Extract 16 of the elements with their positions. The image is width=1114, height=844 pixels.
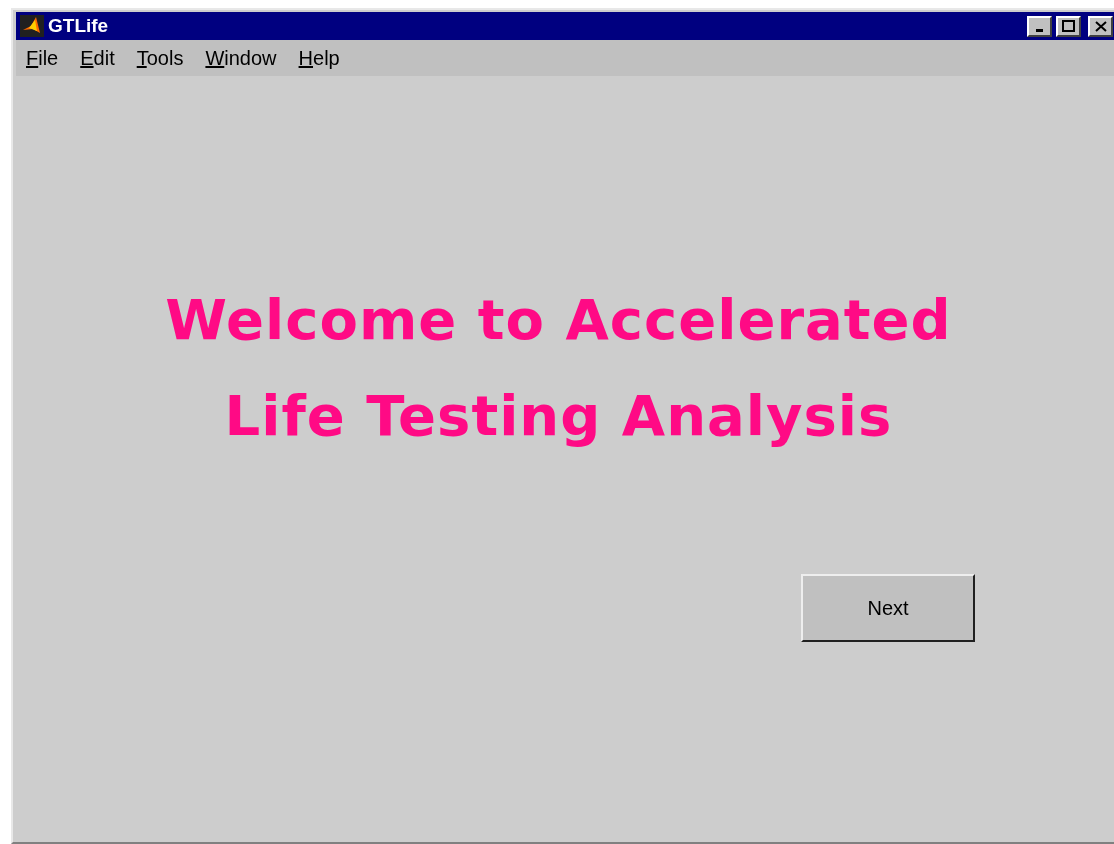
next-button[interactable]: Next <box>801 574 975 642</box>
maximize-icon <box>1062 20 1075 32</box>
close-button[interactable] <box>1088 15 1113 37</box>
menu-item[interactable]: Tools <box>136 46 184 70</box>
menu-item[interactable]: File <box>26 46 59 70</box>
maximize-button[interactable] <box>1056 15 1081 37</box>
menu-item[interactable]: Help <box>298 46 340 70</box>
menu-item[interactable]: Edit <box>80 46 115 70</box>
minimize-icon <box>1036 28 1043 32</box>
welcome-heading: Life Testing Analysis <box>224 382 893 450</box>
minimize-button[interactable] <box>1027 15 1052 37</box>
app-logo-icon <box>20 15 44 37</box>
welcome-heading: Welcome to Accelerated <box>165 286 952 354</box>
menu-item[interactable]: Window <box>205 46 277 70</box>
window-title: GTLife <box>48 15 110 37</box>
close-icon <box>1094 20 1107 32</box>
